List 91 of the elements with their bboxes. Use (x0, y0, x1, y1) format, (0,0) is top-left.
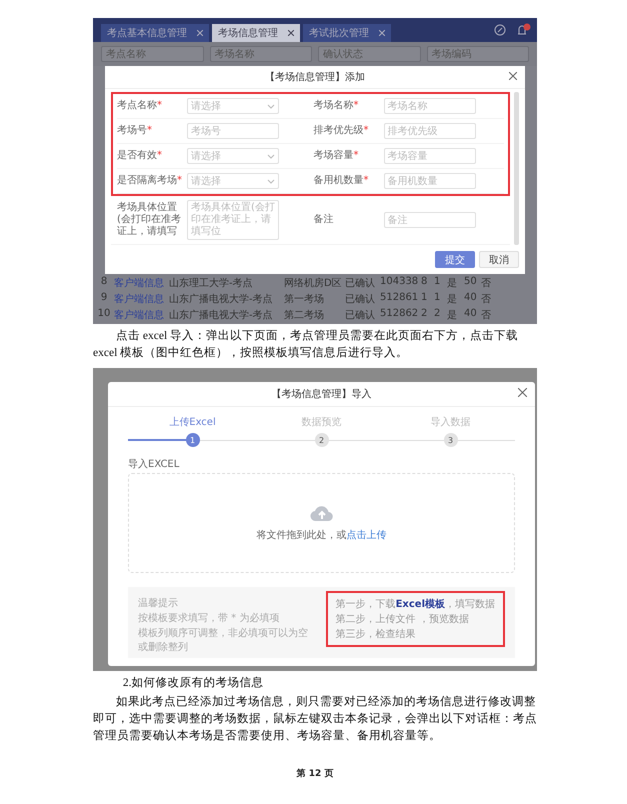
select-field[interactable]: 请选择 (187, 173, 279, 189)
field-label: 备用机数量* (314, 175, 370, 187)
select-field[interactable]: 考点名称 (101, 46, 204, 62)
table-cell-text: 40 (464, 308, 478, 321)
table-cell-text: 是 (447, 293, 458, 306)
field-label: 考场具体位置(会打印在准考证上，请填写 (117, 202, 182, 238)
submit-button[interactable]: 提交 (435, 251, 475, 268)
step-number: 1 (186, 433, 200, 447)
tip-line: 模板列顺序可调整，非必填项可以为空或删除整列 (138, 626, 309, 654)
upload-dropzone[interactable]: 将文件拖到此处，或点击上传 (128, 473, 515, 573)
chevron-down-icon (267, 178, 275, 184)
dialog-title: 【考场信息管理】导入 (272, 389, 372, 400)
table-cell-text: 否 (481, 293, 492, 306)
compass-icon[interactable] (494, 24, 506, 36)
close-icon[interactable] (197, 30, 203, 36)
table-cell-text: 512862 (380, 308, 418, 321)
paragraph: 点击 excel 导入：弹出以下页面，考点管理员需要在此页面右下方，点击下载 excel 模板（图中红色框），按照模板填写信息后进行导入。 (93, 328, 520, 361)
table-cell-text: 1 (421, 292, 428, 305)
step-number: 3 (444, 433, 458, 447)
table-cell-text: 1 (434, 276, 442, 289)
cloud-upload-icon (310, 504, 334, 522)
template-link[interactable]: Excel模板 (396, 599, 445, 610)
table-cell-text: 第二考场 (284, 308, 325, 322)
table-cell-text: 山东理工大学-考点 (169, 276, 254, 290)
page-number: 第 12 页 (296, 768, 334, 781)
field-label: 考场名称* (314, 100, 360, 112)
table-cell-text: 第一考场 (284, 292, 325, 306)
chevron-down-icon (267, 104, 275, 108)
table-cell-text: 山东广播电视大学-考点 (169, 292, 274, 306)
select-field[interactable]: 确认状态 (318, 46, 420, 62)
field-label: 考点名称* (117, 100, 163, 112)
chevron-down-icon (267, 154, 275, 158)
table-cell-text: 已确认 (345, 293, 376, 306)
table-cell-text: 8 (100, 276, 108, 289)
bell-icon[interactable] (515, 23, 531, 37)
table-cell-text: 2 (421, 308, 428, 321)
instruction-line: 第一步，下载Excel模板，填写数据 (336, 598, 495, 611)
close-icon[interactable] (379, 30, 385, 36)
table-link[interactable]: 客户端信息 (114, 308, 166, 322)
field-label: 是否隔离考场* (117, 175, 183, 187)
table-cell-text: 是 (447, 277, 458, 290)
field-label: 排考优先级* (314, 125, 370, 137)
close-icon[interactable] (288, 30, 294, 36)
step-label: 上传Excel (169, 416, 216, 429)
paragraph: 如果此考点已经添加过考场信息，则只需要对已经添加的考场信息进行修改调整即可，选中需要调整的考场数据，鼠标左键双击本条记录，会弹出以下对话框：考点管理员需要确认本考场是否需要使用、考场容量、备用机容量等。 (93, 694, 537, 744)
input-field[interactable]: 考场名称 (210, 46, 312, 62)
table-link[interactable]: 客户端信息 (114, 276, 166, 290)
step-label: 数据预览 (302, 416, 342, 429)
select-field[interactable]: 请选择 (187, 148, 279, 164)
select-field[interactable]: 请选择 (187, 98, 279, 114)
table-cell-text: 40 (464, 292, 478, 305)
table-cell-text: 是 (447, 309, 458, 322)
scrollbar[interactable] (514, 92, 519, 245)
section-label: 导入EXCEL (127, 458, 180, 472)
step-number: 2 (314, 433, 328, 447)
tips-title: 温馨提示 (138, 596, 179, 610)
input-field[interactable]: 考场编码 (426, 46, 529, 62)
close-icon[interactable] (518, 388, 527, 397)
table-cell-text: 已确认 (345, 277, 376, 290)
field-label: 备注 (314, 214, 334, 226)
table-cell-text: 山东广播电视大学-考点 (169, 308, 274, 322)
table-cell-text: 512861 (380, 292, 418, 305)
table-cell-text: 否 (481, 277, 492, 290)
table-cell-text: 否 (481, 309, 492, 322)
table-cell-text: 网络机房D区 (284, 276, 342, 290)
table-cell-text: 50 (464, 276, 478, 289)
tab[interactable]: 考点基本信息管理 (101, 24, 209, 42)
table-cell-text: 1 (434, 292, 442, 305)
step-label: 导入数据 (430, 416, 470, 429)
dialog-title: 【考场信息管理】添加 (265, 72, 365, 83)
close-icon[interactable] (509, 72, 517, 80)
dropzone-text: 将文件拖到此处，或点击上传 (256, 528, 386, 542)
field-label: 考场容量* (314, 150, 360, 162)
table-cell-text: 2 (434, 308, 442, 321)
cancel-button[interactable]: 取消 (479, 251, 519, 268)
table-cell-text: 8 (421, 276, 428, 289)
table-cell-text: 9 (100, 292, 108, 305)
section-heading: 2.如何修改原有的考场信息 (122, 676, 265, 690)
tip-line: 按模板要求填写，带 * 为必填项 (138, 612, 280, 625)
table-cell-text: 104338 (380, 276, 418, 289)
tab[interactable]: 考试批次管理 (303, 24, 391, 42)
instruction-line: 第三步，检查结果 (336, 628, 417, 641)
instruction-line: 第二步，上传文件 ，预览数据 (336, 612, 470, 626)
table-cell-text: 10 (97, 308, 111, 321)
field-label: 考场号* (117, 125, 153, 137)
tab[interactable]: 考场信息管理 (212, 24, 300, 42)
upload-link[interactable]: 点击上传 (346, 530, 386, 541)
table-link[interactable]: 客户端信息 (114, 292, 166, 306)
field-label: 是否有效* (117, 150, 163, 162)
input-field[interactable]: 考场具体位置(会打印在准考证上，请填写位 (187, 200, 279, 240)
table-cell-text: 已确认 (345, 309, 376, 322)
